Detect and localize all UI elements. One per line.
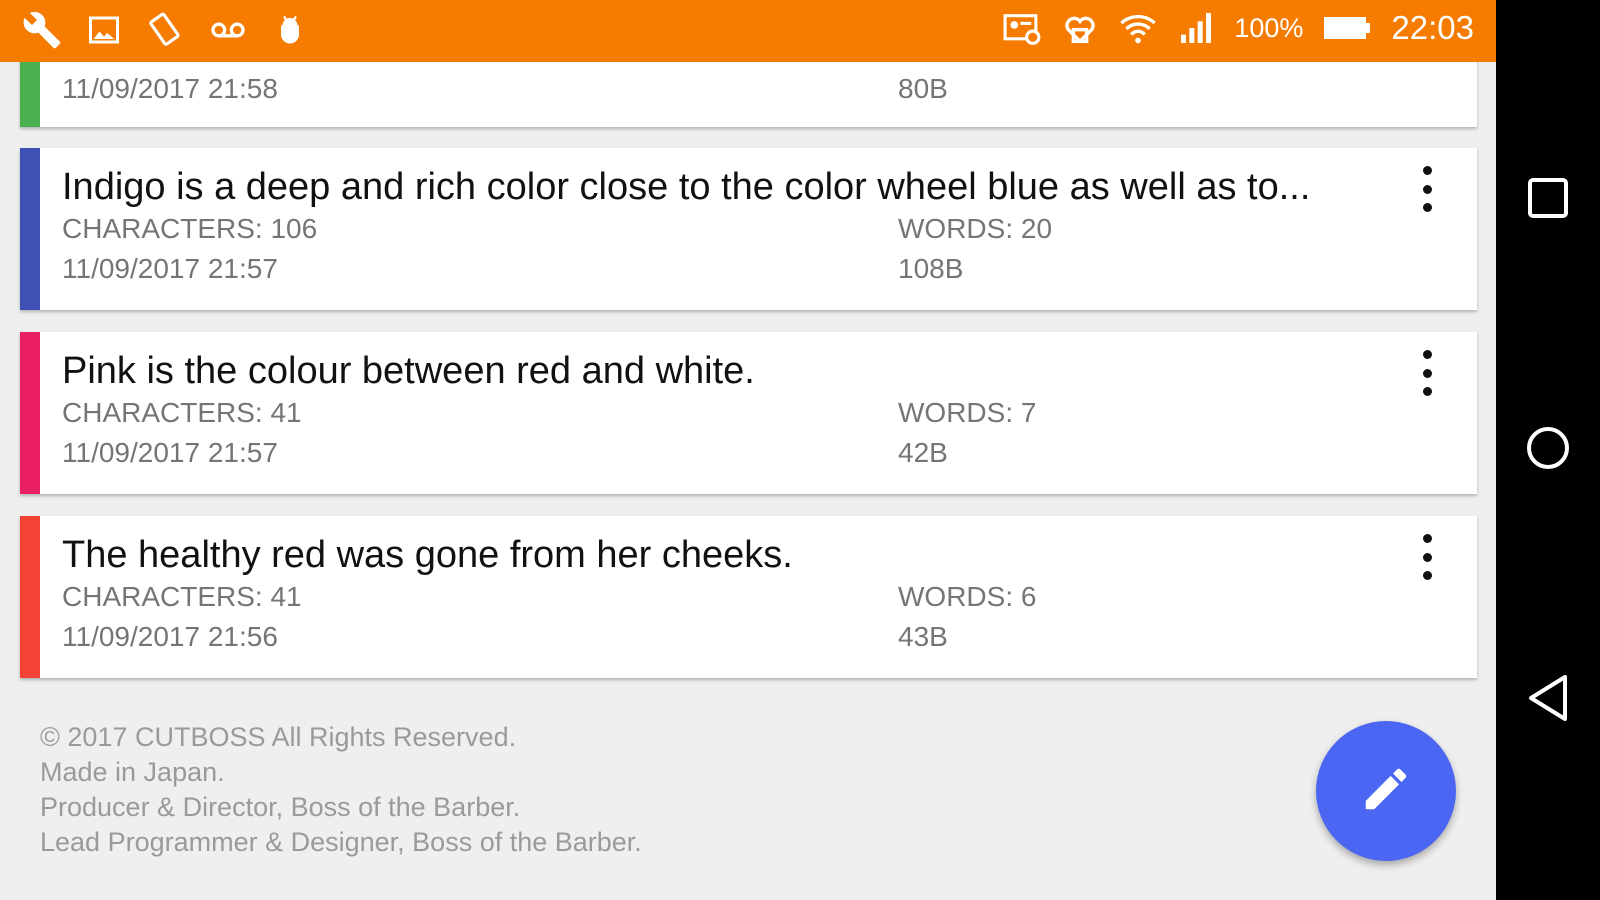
note-words: WORDS: 6 [898, 581, 1037, 612]
footer-credits: © 2017 CUTBOSS All Rights Reserved. Made… [40, 720, 642, 860]
recents-button[interactable] [1518, 170, 1578, 230]
footer-producer: Producer & Director, Boss of the Barber. [40, 792, 521, 822]
footer-origin: Made in Japan. [40, 757, 225, 787]
note-size: 42B [898, 437, 948, 468]
note-color-stripe [20, 516, 40, 678]
note-characters: CHARACTERS: 41 [62, 581, 302, 612]
note-words: WORDS: 7 [898, 397, 1037, 428]
android-icon [270, 10, 310, 50]
footer-copyright: © 2017 CUTBOSS All Rights Reserved. [40, 722, 517, 752]
screen-rotation-icon [146, 10, 186, 50]
note-characters: CHARACTERS: 41 [62, 397, 302, 428]
navigation-bar [1496, 0, 1600, 900]
note-words: WORDS: 20 [898, 213, 1053, 244]
note-card[interactable]: Indigo is a deep and rich color close to… [20, 148, 1477, 310]
clock: 22:03 [1391, 9, 1474, 46]
heart-badge-icon [1060, 8, 1100, 48]
signal-icon [1176, 8, 1216, 48]
note-title: Indigo is a deep and rich color close to… [62, 166, 1311, 208]
note-date: 11/09/2017 21:57 [62, 437, 278, 468]
back-button[interactable] [1518, 670, 1578, 730]
voicemail-icon [208, 10, 248, 50]
battery-percent: 100% [1234, 12, 1304, 43]
note-card[interactable]: The healthy red was gone from her cheeks… [20, 516, 1477, 678]
note-characters: CHARACTERS: 106 [62, 213, 318, 244]
note-card[interactable]: Pink is the colour between red and white… [20, 332, 1477, 494]
pencil-icon [1359, 762, 1413, 821]
note-color-stripe [20, 332, 40, 494]
more-options-icon[interactable] [1415, 166, 1439, 212]
home-button[interactable] [1518, 420, 1578, 480]
note-date: 11/09/2017 21:57 [62, 253, 278, 284]
note-size: 108B [898, 253, 964, 284]
home-icon [1525, 425, 1571, 476]
id-card-icon [1002, 8, 1042, 48]
wifi-icon [1118, 8, 1158, 48]
battery-icon [1321, 8, 1373, 48]
app-screen: 100% 22:03 11/09/2017 21:58 80B Indigo i… [0, 0, 1496, 900]
note-title: The healthy red was gone from her cheeks… [62, 534, 793, 576]
recents-icon [1526, 176, 1570, 225]
back-icon [1525, 673, 1571, 728]
more-options-icon[interactable] [1415, 350, 1439, 396]
note-date: 11/09/2017 21:58 [62, 73, 278, 104]
note-color-stripe [20, 148, 40, 310]
note-size: 80B [898, 73, 948, 104]
wrench-icon [22, 10, 62, 50]
more-options-icon[interactable] [1415, 534, 1439, 580]
image-icon [84, 10, 124, 50]
footer-programmer: Lead Programmer & Designer, Boss of the … [40, 827, 642, 857]
note-title: Pink is the colour between red and white… [62, 350, 755, 392]
note-size: 43B [898, 621, 948, 652]
new-note-button[interactable] [1316, 721, 1456, 861]
note-date: 11/09/2017 21:56 [62, 621, 278, 652]
status-bar: 100% 22:03 [0, 0, 1496, 62]
